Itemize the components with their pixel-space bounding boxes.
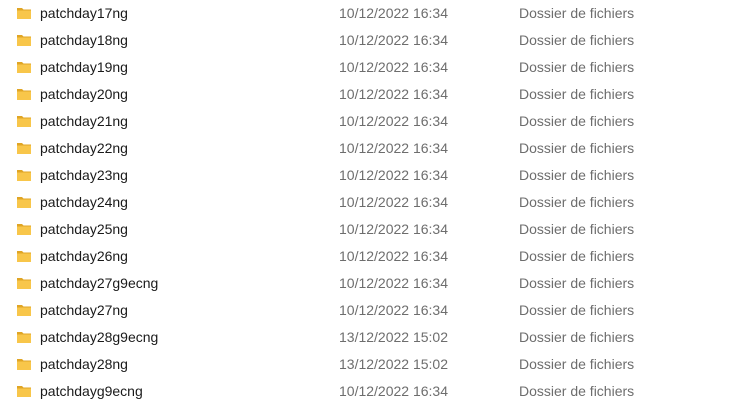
file-name: patchday27g9ecng	[40, 275, 159, 291]
file-type: Dossier de fichiers	[519, 248, 635, 264]
file-type: Dossier de fichiers	[519, 275, 635, 291]
file-name: patchday22ng	[40, 140, 128, 156]
file-row[interactable]: patchday19ng 10/12/2022 16:34 Dossier de…	[0, 54, 751, 81]
file-type: Dossier de fichiers	[519, 167, 635, 183]
file-row[interactable]: patchday20ng 10/12/2022 16:34 Dossier de…	[0, 81, 751, 108]
file-name: patchday23ng	[40, 167, 128, 183]
file-date-modified: 10/12/2022 16:34	[339, 383, 448, 399]
folder-icon	[17, 8, 31, 19]
file-name: patchdayg9ecng	[40, 383, 143, 399]
folder-icon	[17, 251, 31, 262]
file-row[interactable]: patchdayg9ecng 10/12/2022 16:34 Dossier …	[0, 378, 751, 405]
file-type: Dossier de fichiers	[519, 140, 635, 156]
file-date-modified: 10/12/2022 16:34	[339, 302, 448, 318]
file-type: Dossier de fichiers	[519, 32, 635, 48]
file-row[interactable]: patchday27ng 10/12/2022 16:34 Dossier de…	[0, 297, 751, 324]
file-date-modified: 13/12/2022 15:02	[339, 356, 448, 372]
file-type: Dossier de fichiers	[519, 356, 635, 372]
file-type: Dossier de fichiers	[519, 302, 635, 318]
file-row[interactable]: patchday21ng 10/12/2022 16:34 Dossier de…	[0, 108, 751, 135]
folder-icon	[17, 332, 31, 343]
file-type: Dossier de fichiers	[519, 86, 635, 102]
folder-icon	[17, 197, 31, 208]
file-row[interactable]: patchday26ng 10/12/2022 16:34 Dossier de…	[0, 243, 751, 270]
file-date-modified: 10/12/2022 16:34	[339, 140, 448, 156]
file-date-modified: 10/12/2022 16:34	[339, 113, 448, 129]
file-name: patchday21ng	[40, 113, 128, 129]
folder-icon	[17, 359, 31, 370]
file-name: patchday24ng	[40, 194, 128, 210]
file-date-modified: 13/12/2022 15:02	[339, 329, 448, 345]
folder-icon	[17, 305, 31, 316]
file-row[interactable]: patchday18ng 10/12/2022 16:34 Dossier de…	[0, 27, 751, 54]
file-type: Dossier de fichiers	[519, 59, 635, 75]
file-type: Dossier de fichiers	[519, 329, 635, 345]
file-date-modified: 10/12/2022 16:34	[339, 32, 448, 48]
folder-icon	[17, 62, 31, 73]
file-name: patchday26ng	[40, 248, 128, 264]
file-name: patchday17ng	[40, 5, 128, 21]
file-list: patchday17ng 10/12/2022 16:34 Dossier de…	[0, 0, 751, 419]
file-name: patchday19ng	[40, 59, 128, 75]
file-type: Dossier de fichiers	[519, 383, 635, 399]
file-row[interactable]: patchday17ng 10/12/2022 16:34 Dossier de…	[0, 0, 751, 27]
file-name: patchday28g9ecng	[40, 329, 159, 345]
file-row[interactable]: patchday25ng 10/12/2022 16:34 Dossier de…	[0, 216, 751, 243]
file-date-modified: 10/12/2022 16:34	[339, 86, 448, 102]
file-row[interactable]: patchday27g9ecng 10/12/2022 16:34 Dossie…	[0, 270, 751, 297]
file-row[interactable]: patchday28g9ecng 13/12/2022 15:02 Dossie…	[0, 324, 751, 351]
file-name: patchday18ng	[40, 32, 128, 48]
file-date-modified: 10/12/2022 16:34	[339, 59, 448, 75]
file-date-modified: 10/12/2022 16:34	[339, 248, 448, 264]
file-name: patchday20ng	[40, 86, 128, 102]
file-row[interactable]: patchday24ng 10/12/2022 16:34 Dossier de…	[0, 189, 751, 216]
file-row[interactable]: patchday28ng 13/12/2022 15:02 Dossier de…	[0, 351, 751, 378]
file-date-modified: 10/12/2022 16:34	[339, 167, 448, 183]
file-type: Dossier de fichiers	[519, 5, 635, 21]
folder-icon	[17, 116, 31, 127]
folder-icon	[17, 89, 31, 100]
file-date-modified: 10/12/2022 16:34	[339, 194, 448, 210]
folder-icon	[17, 170, 31, 181]
file-name: patchday25ng	[40, 221, 128, 237]
folder-icon	[17, 35, 31, 46]
file-name: patchday27ng	[40, 302, 128, 318]
file-row[interactable]: patchday22ng 10/12/2022 16:34 Dossier de…	[0, 135, 751, 162]
file-name: patchday28ng	[40, 356, 128, 372]
file-type: Dossier de fichiers	[519, 221, 635, 237]
folder-icon	[17, 143, 31, 154]
file-date-modified: 10/12/2022 16:34	[339, 5, 448, 21]
file-date-modified: 10/12/2022 16:34	[339, 221, 448, 237]
folder-icon	[17, 386, 31, 397]
file-row[interactable]: patchday23ng 10/12/2022 16:34 Dossier de…	[0, 162, 751, 189]
file-date-modified: 10/12/2022 16:34	[339, 275, 448, 291]
file-type: Dossier de fichiers	[519, 113, 635, 129]
file-type: Dossier de fichiers	[519, 194, 635, 210]
folder-icon	[17, 278, 31, 289]
folder-icon	[17, 224, 31, 235]
